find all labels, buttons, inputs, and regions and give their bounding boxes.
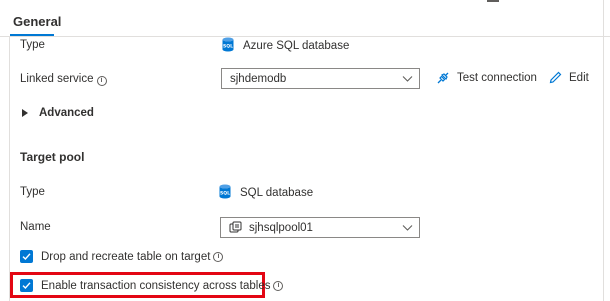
- type-label: Type: [20, 39, 45, 51]
- target-pool-title: Target pool: [20, 150, 85, 164]
- plug-icon: [437, 72, 449, 84]
- svg-text:SQL: SQL: [220, 191, 230, 197]
- tab-general[interactable]: General: [13, 14, 61, 29]
- panel-right-border: [603, 0, 604, 301]
- test-connection-label: Test connection: [457, 72, 537, 84]
- target-type-value-text: SQL database: [240, 187, 314, 199]
- advanced-label: Advanced: [39, 107, 94, 119]
- edit-button[interactable]: Edit: [549, 71, 589, 84]
- type-value: SQL Azure SQL database: [222, 37, 349, 55]
- type-value-text: Azure SQL database: [243, 40, 350, 52]
- linked-service-label: Linked service i: [20, 73, 107, 86]
- sql-database-icon: SQL: [219, 184, 231, 202]
- chevron-down-icon: [402, 76, 413, 82]
- edit-label: Edit: [569, 71, 589, 84]
- sql-pool-icon: [229, 221, 242, 233]
- checkmark-icon: [22, 282, 31, 290]
- panel-left-border: [9, 37, 10, 301]
- drop-recreate-option[interactable]: Drop and recreate table on target i: [20, 250, 224, 263]
- target-type-label: Type: [20, 186, 45, 198]
- scroll-indicator: [487, 0, 499, 2]
- advanced-expander[interactable]: Advanced: [20, 107, 94, 119]
- drop-recreate-label: Drop and recreate table on target: [41, 250, 211, 263]
- pencil-icon: [549, 71, 562, 84]
- info-icon[interactable]: i: [213, 251, 224, 262]
- linked-service-selected: sjhdemodb: [230, 72, 287, 85]
- sql-pool-select[interactable]: sjhsqlpool01: [220, 217, 420, 238]
- info-icon[interactable]: i: [273, 280, 284, 291]
- sql-database-icon: SQL: [222, 37, 234, 55]
- linked-service-label-text: Linked service: [20, 73, 94, 85]
- info-icon[interactable]: i: [96, 76, 107, 86]
- transaction-consistency-label: Enable transaction consistency across ta…: [41, 279, 271, 292]
- chevron-down-icon: [402, 225, 413, 231]
- target-type-value: SQL SQL database: [219, 184, 313, 202]
- dataflow-general-panel: General Type SQL Azure SQL database Link…: [0, 0, 610, 301]
- svg-text:SQL: SQL: [223, 44, 233, 50]
- linked-service-select[interactable]: sjhdemodb: [221, 68, 420, 89]
- checkmark-icon: [22, 253, 31, 261]
- test-connection-button[interactable]: Test connection: [436, 71, 537, 85]
- transaction-consistency-option[interactable]: Enable transaction consistency across ta…: [20, 279, 284, 292]
- sql-pool-selected: sjhsqlpool01: [249, 221, 313, 234]
- drop-recreate-checkbox[interactable]: [20, 250, 33, 263]
- name-label: Name: [20, 221, 51, 233]
- caret-right-icon: [22, 109, 28, 117]
- transaction-consistency-checkbox[interactable]: [20, 279, 33, 292]
